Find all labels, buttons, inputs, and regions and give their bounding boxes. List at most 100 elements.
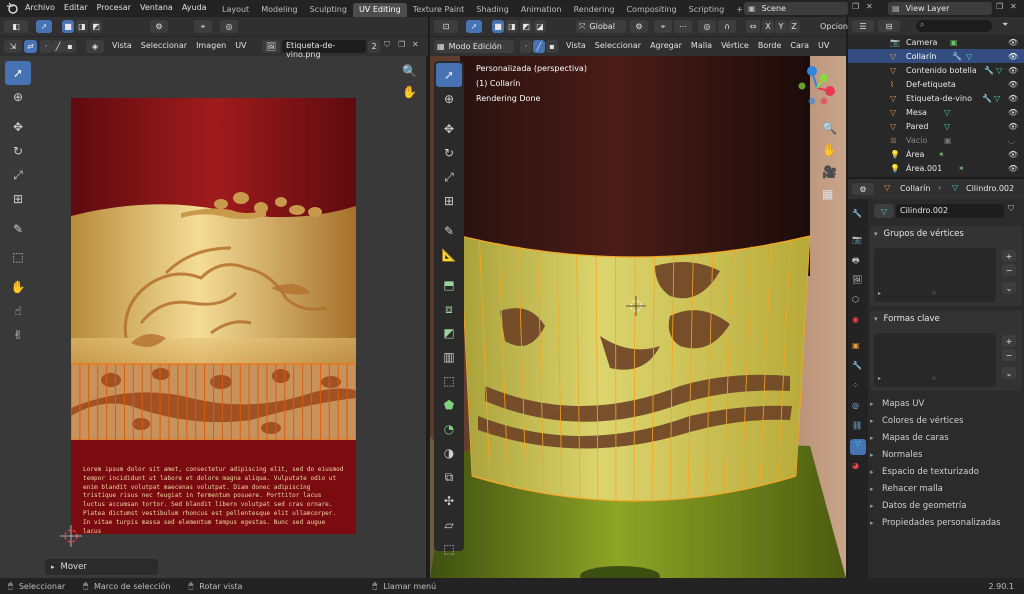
viewport-menu-uv[interactable]: UV xyxy=(818,41,829,50)
shape-keys-header[interactable]: ▾ Formas clave xyxy=(870,311,1022,327)
visibility-eye-icon[interactable]: 👁 xyxy=(1008,122,1018,131)
pinch-tool-button[interactable]: ✌ xyxy=(5,323,31,347)
viewport-menu-borde[interactable]: Borde xyxy=(758,41,782,50)
output-tab-icon[interactable]: 🖶 xyxy=(852,255,860,269)
outliner-item[interactable]: ▽ Mesa ▽ 👁 xyxy=(848,105,1024,119)
viewport-menu-seleccionar[interactable]: Seleccionar xyxy=(595,41,641,50)
outliner-item[interactable]: ▽ Contenido botella 🔧 ▽ 👁 xyxy=(848,63,1024,77)
scene-tab-icon[interactable]: ⬡ xyxy=(852,295,859,304)
view-layer-selector[interactable]: ▤ View Layer xyxy=(888,2,992,15)
new-image-icon[interactable]: ❐ xyxy=(398,40,405,49)
vp-cursor-tool-button[interactable]: ⊕ xyxy=(436,87,462,111)
relax-tool-button[interactable]: ☝ xyxy=(5,299,31,323)
vp-polybuild-tool-button[interactable]: ⬟ xyxy=(436,393,462,417)
operator-panel[interactable]: ▸ Mover xyxy=(45,559,158,575)
pivot-point-icon[interactable]: ⚙ xyxy=(630,20,648,33)
outliner-editor-type-icon[interactable]: ☰ xyxy=(852,20,874,32)
viewport-menu-malla[interactable]: Malla xyxy=(691,41,712,50)
mesh-face-select-icon[interactable]: ▪ xyxy=(546,40,558,53)
menu-procesar[interactable]: Procesar xyxy=(97,3,131,12)
viewport-proportional-icon[interactable]: ◎ xyxy=(698,20,716,33)
shape-list-expand-icon[interactable]: ▸ xyxy=(878,375,881,382)
menu-seleccionar[interactable]: Seleccionar xyxy=(141,41,187,50)
menu-editar[interactable]: Editar xyxy=(64,3,88,12)
mesh-browse-icon[interactable]: ▽ xyxy=(874,204,894,218)
viewport-canvas[interactable] xyxy=(430,56,846,578)
vp-extrude-tool-button[interactable]: ⬒ xyxy=(436,273,462,297)
tab-shading[interactable]: Shading xyxy=(470,3,515,17)
list-resize-handle-icon[interactable]: ⁞⁞ xyxy=(932,290,936,297)
mesh-data-tab-icon[interactable]: ▽ xyxy=(850,439,866,455)
panel-colores-de-vertices[interactable]: ▸ Colores de vértices xyxy=(870,412,1024,429)
zoom-view-icon[interactable]: 🔍 xyxy=(402,64,417,78)
vp-annotate-tool-button[interactable]: ✎ xyxy=(436,219,462,243)
outliner-filter-icon[interactable]: ⏷ xyxy=(1002,20,1008,30)
vp-rip-tool-button[interactable]: ⬚ xyxy=(436,537,462,561)
vertex-groups-header[interactable]: ▾ Grupos de vértices xyxy=(870,226,1022,242)
shape-list-resize-handle-icon[interactable]: ⁞⁞ xyxy=(932,375,936,382)
vp-camera-icon[interactable]: 🎥 xyxy=(822,165,837,179)
visibility-eye-icon[interactable]: 👁 xyxy=(1008,150,1018,159)
panel-mapas-de-caras[interactable]: ▸ Mapas de caras xyxy=(870,429,1024,446)
viewport-select-extend-icon[interactable]: ◨ xyxy=(506,20,518,33)
delete-scene-icon[interactable]: ✕ xyxy=(866,2,873,11)
panel-mapas-uv[interactable]: ▸ Mapas UV xyxy=(870,395,1024,412)
transform-orientation-dropdown[interactable]: ⤧ Global xyxy=(576,20,626,33)
render-tab-icon[interactable]: 📷 xyxy=(852,235,862,244)
vertex-group-specials-button[interactable]: ⌄ xyxy=(1002,282,1016,294)
island-select-icon[interactable]: ◈ xyxy=(86,40,104,53)
remove-shape-key-button[interactable]: − xyxy=(1002,349,1016,361)
vp-edge-slide-tool-button[interactable]: ⧉ xyxy=(436,465,462,489)
material-tab-icon[interactable]: ◕ xyxy=(852,461,859,470)
vertex-groups-list[interactable]: ▸ ⁞⁞ xyxy=(874,248,996,302)
editor-mode-icon[interactable]: ⇲ xyxy=(4,40,22,53)
viewport-menu-cara[interactable]: Cara xyxy=(790,41,809,50)
viewport-select-box-icon[interactable]: ■ xyxy=(492,20,504,33)
outliner-item-selected[interactable]: ▽ Collarín 🔧 ▽ 👁 xyxy=(848,49,1024,63)
remove-vertex-group-button[interactable]: − xyxy=(1002,264,1016,276)
vp-smooth-tool-button[interactable]: ◑ xyxy=(436,441,462,465)
image-users-count[interactable]: 2 xyxy=(368,40,380,53)
visibility-eye-icon[interactable]: 👁 xyxy=(1008,80,1018,89)
list-expand-icon[interactable]: ▸ xyxy=(878,290,881,297)
unlink-image-icon[interactable]: ✕ xyxy=(412,40,419,49)
vp-rotate-tool-button[interactable]: ↻ xyxy=(436,141,462,165)
add-shape-key-button[interactable]: + xyxy=(1002,335,1016,347)
mesh-vertex-select-icon[interactable]: · xyxy=(520,40,532,53)
add-vertex-group-button[interactable]: + xyxy=(1002,250,1016,262)
snap-icon[interactable]: ⌖ xyxy=(194,20,212,33)
hidden-eye-icon[interactable]: ◡ xyxy=(1008,136,1015,145)
panel-espacio-de-texturizado[interactable]: ▸ Espacio de texturizado xyxy=(870,463,1024,480)
edge-select-icon[interactable]: ╱ xyxy=(52,40,64,53)
tab-animation[interactable]: Animation xyxy=(515,3,568,17)
menu-archivo[interactable]: Archivo xyxy=(25,3,55,12)
axis-z-toggle[interactable]: Z xyxy=(788,20,800,33)
viewport-editor-type-icon[interactable]: ⊡ xyxy=(434,20,458,33)
menu-ayuda[interactable]: Ayuda xyxy=(182,3,207,12)
vp-pan-icon[interactable]: ✋ xyxy=(822,143,837,157)
outliner-item[interactable]: 💡 Área ✶ 👁 xyxy=(848,147,1024,161)
mirror-lock-icon[interactable]: ⇔ xyxy=(746,20,760,33)
vp-transform-tool-button[interactable]: ⊞ xyxy=(436,189,462,213)
options-dropdown[interactable]: Opcion xyxy=(820,22,848,31)
move-tool-button[interactable]: ✥ xyxy=(5,115,31,139)
viewport-proportional-falloff-icon[interactable]: ∩ xyxy=(718,20,736,33)
face-select-icon[interactable]: ▪ xyxy=(64,40,76,53)
world-tab-icon[interactable]: ◉ xyxy=(852,315,859,324)
select-tool-button[interactable]: ➚ xyxy=(5,61,31,85)
panel-rehacer-malla[interactable]: ▸ Rehacer malla xyxy=(870,480,1024,497)
constraints-tab-icon[interactable]: ⛓ xyxy=(852,421,862,430)
properties-editor-type-icon[interactable]: ⚙ xyxy=(852,183,874,195)
viewport-snap-target-icon[interactable]: ⋯ xyxy=(674,20,692,33)
viewport-select-tool-icon[interactable]: ➚ xyxy=(466,20,482,33)
visibility-eye-icon[interactable]: 👁 xyxy=(1008,38,1018,47)
vp-bevel-tool-button[interactable]: ◩ xyxy=(436,321,462,345)
tab-rendering[interactable]: Rendering xyxy=(568,3,621,17)
visibility-eye-icon[interactable]: 👁 xyxy=(1008,52,1018,61)
visibility-eye-icon[interactable]: 👁 xyxy=(1008,66,1018,75)
viewport-menu-vertice[interactable]: Vértice xyxy=(721,41,749,50)
viewport-snap-icon[interactable]: ⌖ xyxy=(654,20,672,33)
navigation-gizmo[interactable] xyxy=(792,63,842,113)
vp-move-tool-button[interactable]: ✥ xyxy=(436,117,462,141)
shape-key-specials-button[interactable]: ⌄ xyxy=(1002,367,1016,379)
